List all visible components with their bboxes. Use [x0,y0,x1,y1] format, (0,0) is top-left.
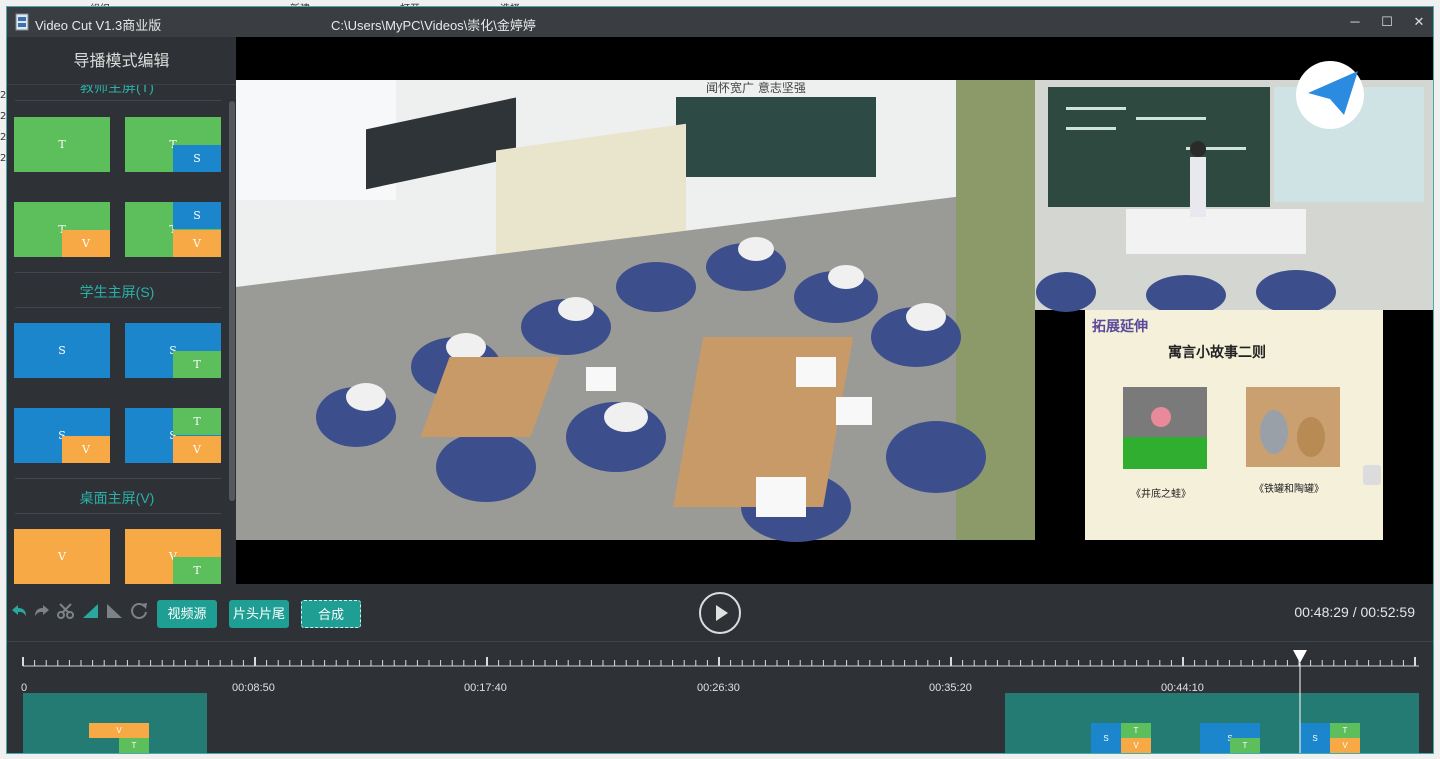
fade-in-icon[interactable] [81,601,101,621]
minimize-button[interactable]: ─ [1341,11,1369,33]
divider [15,100,221,101]
desktop-slide: 拓展延伸 寓言小故事二则 《井底之蛙》 《铁罐和陶罐》 [1085,310,1383,540]
layout-student-full[interactable]: S [14,323,110,378]
clip-teacher-pane: T [1330,723,1360,738]
film-icon [15,13,29,31]
section-title-student: 学生主屏(S) [79,284,155,300]
timeline-clip[interactable]: S T V S T S T V [1005,693,1419,753]
layout-desktop-full[interactable]: V [14,529,110,584]
layout-teacher-student[interactable]: T S [125,117,221,172]
fade-out-icon[interactable] [105,601,125,621]
pane-student: S [173,202,221,229]
layout-desktop-teacher[interactable]: V T [125,529,221,584]
redo-icon[interactable] [32,601,52,621]
pane-student: S [173,145,221,172]
clip-teacher-pane: T [1121,723,1151,738]
head-tail-button[interactable]: 片头片尾 [229,600,289,628]
clip-desktop-pane: V [1121,738,1151,753]
divider [15,272,221,273]
current-time: 00:48:29 [1294,604,1349,620]
close-button[interactable]: ✕ [1405,11,1433,33]
slide-caption-left: 《井底之蛙》 [1131,487,1191,500]
app-title: Video Cut V1.3商业版 [35,18,162,33]
pane-desktop: V [173,436,221,463]
time-display: 00:48:29 / 00:52:59 [1294,604,1415,620]
classroom-scene: 闻怀宽广 意志坚强 [236,80,1035,542]
divider [15,513,221,514]
time-separator: / [1348,604,1361,620]
refresh-icon[interactable] [129,601,149,621]
sidebar-title: 导播模式编辑 [7,37,236,85]
clip-student-pane: S [1091,723,1121,753]
video-preview[interactable]: 闻怀宽广 意志坚强 拓展延伸 寓言小故事二则 《井底之蛙》 《铁罐和陶罐》 [236,37,1433,584]
playhead[interactable] [1290,643,1310,754]
section-title-desktop: 桌面主屏(V) [79,490,155,506]
layout-student-desktop[interactable]: S V [14,408,110,463]
title-bar[interactable]: Video Cut V1.3商业版 C:\Users\MyPC\Videos\崇… [7,7,1433,37]
sidebar-scrollbar[interactable] [229,101,235,501]
layout-teacher-student-desktop[interactable]: T S V [125,202,221,257]
pane-desktop: V [14,529,110,584]
clip-desktop-pane: V [1330,738,1360,753]
preview-frame: 闻怀宽广 意志坚强 拓展延伸 寓言小故事二则 《井底之蛙》 《铁罐和陶罐》 [236,61,1433,542]
pane-desktop: V [173,230,221,257]
layout-student-teacher[interactable]: S T [125,323,221,378]
slide-title: 寓言小故事二则 [1168,344,1266,361]
scissors-icon[interactable] [56,601,76,621]
app-window: Video Cut V1.3商业版 C:\Users\MyPC\Videos\崇… [6,6,1434,754]
clip-teacher-pane: T [1230,738,1260,753]
compose-button[interactable]: 合成 [301,600,361,628]
layout-sidebar: 导播模式编辑 教师主屏(T) T T S T V T S V 学生主屏(S) S… [7,37,236,584]
toolbar: 视频源 片头片尾 合成 00:48:29 / 00:52:59 [7,584,1433,642]
tick-label: 00:35:20 [929,682,972,694]
undo-icon[interactable] [9,601,29,621]
total-time: 00:52:59 [1360,604,1416,620]
pane-teacher: T [173,351,221,378]
maximize-button[interactable]: ☐ [1373,11,1401,33]
play-icon [716,605,728,621]
layout-teacher-desktop[interactable]: T V [14,202,110,257]
pane-teacher: T [173,557,221,584]
slide-heading: 拓展延伸 [1092,318,1148,335]
layout-student-teacher-desktop[interactable]: S T V [125,408,221,463]
divider [15,478,221,479]
tick-label: 00:26:30 [697,682,740,694]
slide-caption-right: 《铁罐和陶罐》 [1254,482,1324,495]
pane-student: S [14,323,110,378]
play-button[interactable] [699,592,741,634]
divider [15,307,221,308]
clip-desktop-pane: V [89,723,149,738]
video-source-button[interactable]: 视频源 [157,600,217,628]
clip-teacher-pane: T [119,738,149,753]
classroom-banner: 闻怀宽广 意志坚强 [706,80,806,95]
file-path: C:\Users\MyPC\Videos\崇化\金婷婷 [331,18,536,33]
timeline[interactable]: 0 00:08:50 00:17:40 00:26:30 00:35:20 00… [7,643,1434,754]
pane-desktop: V [62,436,110,463]
layout-teacher-full[interactable]: T [14,117,110,172]
timeline-ruler[interactable] [7,643,1434,683]
pane-desktop: V [62,230,110,257]
pane-teacher: T [173,408,221,435]
tick-label: 00:08:50 [232,682,275,694]
teacher-camera [1035,61,1433,315]
pane-teacher: T [14,117,110,172]
tick-label: 00:17:40 [464,682,507,694]
timeline-clip[interactable]: V T [23,693,207,753]
